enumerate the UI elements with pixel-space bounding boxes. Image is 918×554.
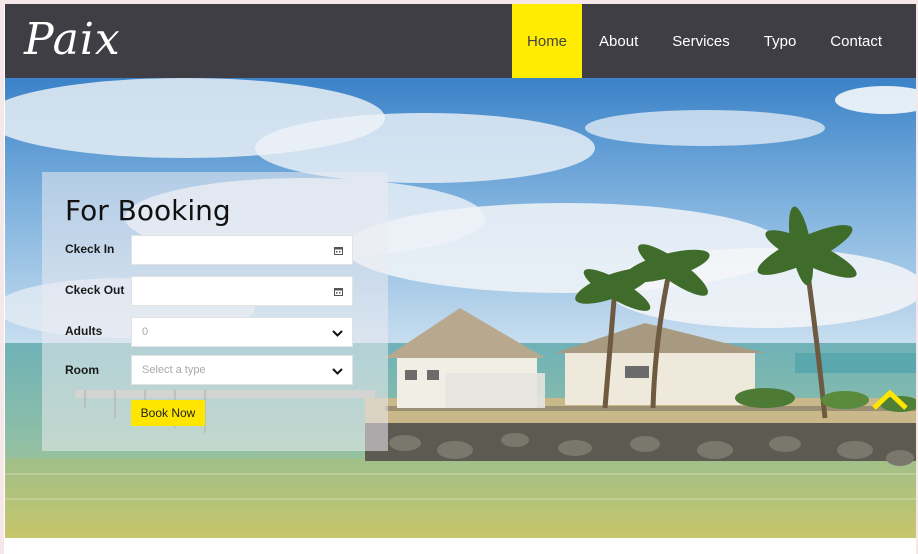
nav-item-typo[interactable]: Typo [747, 4, 814, 78]
main-nav: Home About Services Typo Contact [512, 4, 916, 78]
room-select[interactable]: Select a type [131, 355, 353, 385]
site-logo[interactable]: Paix [24, 14, 121, 65]
check-out-input[interactable] [131, 276, 353, 306]
check-out-label: Ckeck Out [65, 283, 125, 297]
booking-panel: For Booking Ckeck In Ckeck Out Adults 0 … [42, 172, 388, 451]
room-placeholder: Select a type [142, 364, 206, 376]
adults-value: 0 [142, 326, 149, 338]
nav-item-contact[interactable]: Contact [813, 4, 916, 78]
chevron-down-icon[interactable] [332, 328, 343, 338]
chevron-down-icon[interactable] [332, 366, 343, 376]
nav-item-home[interactable]: Home [512, 4, 583, 78]
calendar-icon[interactable] [334, 246, 343, 255]
nav-item-services[interactable]: Services [655, 4, 747, 78]
site-header: Paix Home About Services Typo Contact [5, 4, 916, 78]
booking-title: For Booking [65, 194, 231, 227]
check-in-input[interactable] [131, 235, 353, 265]
room-label: Room [65, 363, 99, 377]
adults-label: Adults [65, 324, 103, 338]
calendar-icon[interactable] [334, 287, 343, 296]
book-now-button[interactable]: Book Now [131, 400, 205, 426]
check-in-label: Ckeck In [65, 242, 115, 256]
nav-item-about[interactable]: About [582, 4, 655, 78]
scroll-top-arrow-icon[interactable] [872, 388, 908, 412]
adults-select[interactable]: 0 [131, 317, 353, 347]
